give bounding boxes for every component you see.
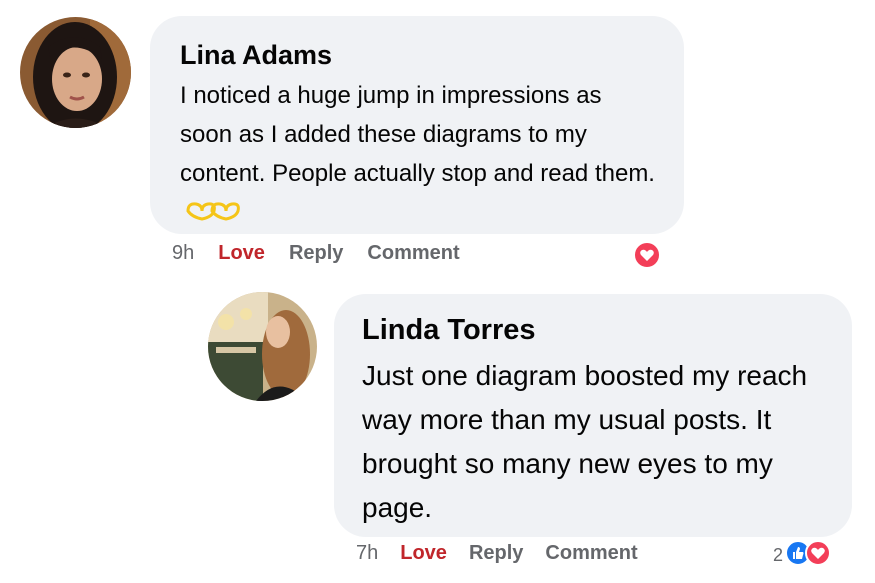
comment-timestamp[interactable]: 7h [356, 542, 378, 565]
reaction-count: 2 [773, 545, 784, 565]
love-reaction-icon [805, 540, 832, 571]
reaction-summary[interactable]: 2 [773, 540, 832, 571]
comment-bubble: Linda Torres Just one diagram boosted my… [334, 294, 852, 537]
love-button[interactable]: Love [400, 542, 447, 565]
comment-author[interactable]: Lina Adams [180, 38, 656, 72]
reply-button[interactable]: Reply [469, 542, 523, 565]
reply-button[interactable]: Reply [289, 242, 343, 265]
comment-author[interactable]: Linda Torres [362, 312, 824, 348]
comment-button[interactable]: Comment [367, 242, 459, 265]
comment-bubble: Lina Adams I noticed a huge jump in impr… [150, 16, 684, 234]
comment-text: Just one diagram boosted my reach way mo… [362, 360, 808, 523]
comment-actions: 9h Love Reply Comment [172, 240, 460, 266]
love-reaction-icon [633, 241, 661, 274]
reaction-summary[interactable] [633, 241, 661, 274]
comment-button[interactable]: Comment [545, 542, 637, 565]
avatar-photo-linda [208, 292, 317, 401]
avatar[interactable] [208, 292, 317, 401]
comment-timestamp[interactable]: 9h [172, 242, 194, 265]
comment-text-body: I noticed a huge jump in impressions as … [180, 82, 655, 187]
love-button[interactable]: Love [218, 242, 265, 265]
comment-text: I noticed a huge jump in impressions as … [180, 76, 660, 233]
yellow-heart-hands-emoji-icon [184, 194, 242, 233]
avatar[interactable] [20, 17, 131, 128]
avatar-photo-lina [20, 17, 131, 128]
comment-actions: 7h Love Reply Comment [356, 540, 638, 566]
